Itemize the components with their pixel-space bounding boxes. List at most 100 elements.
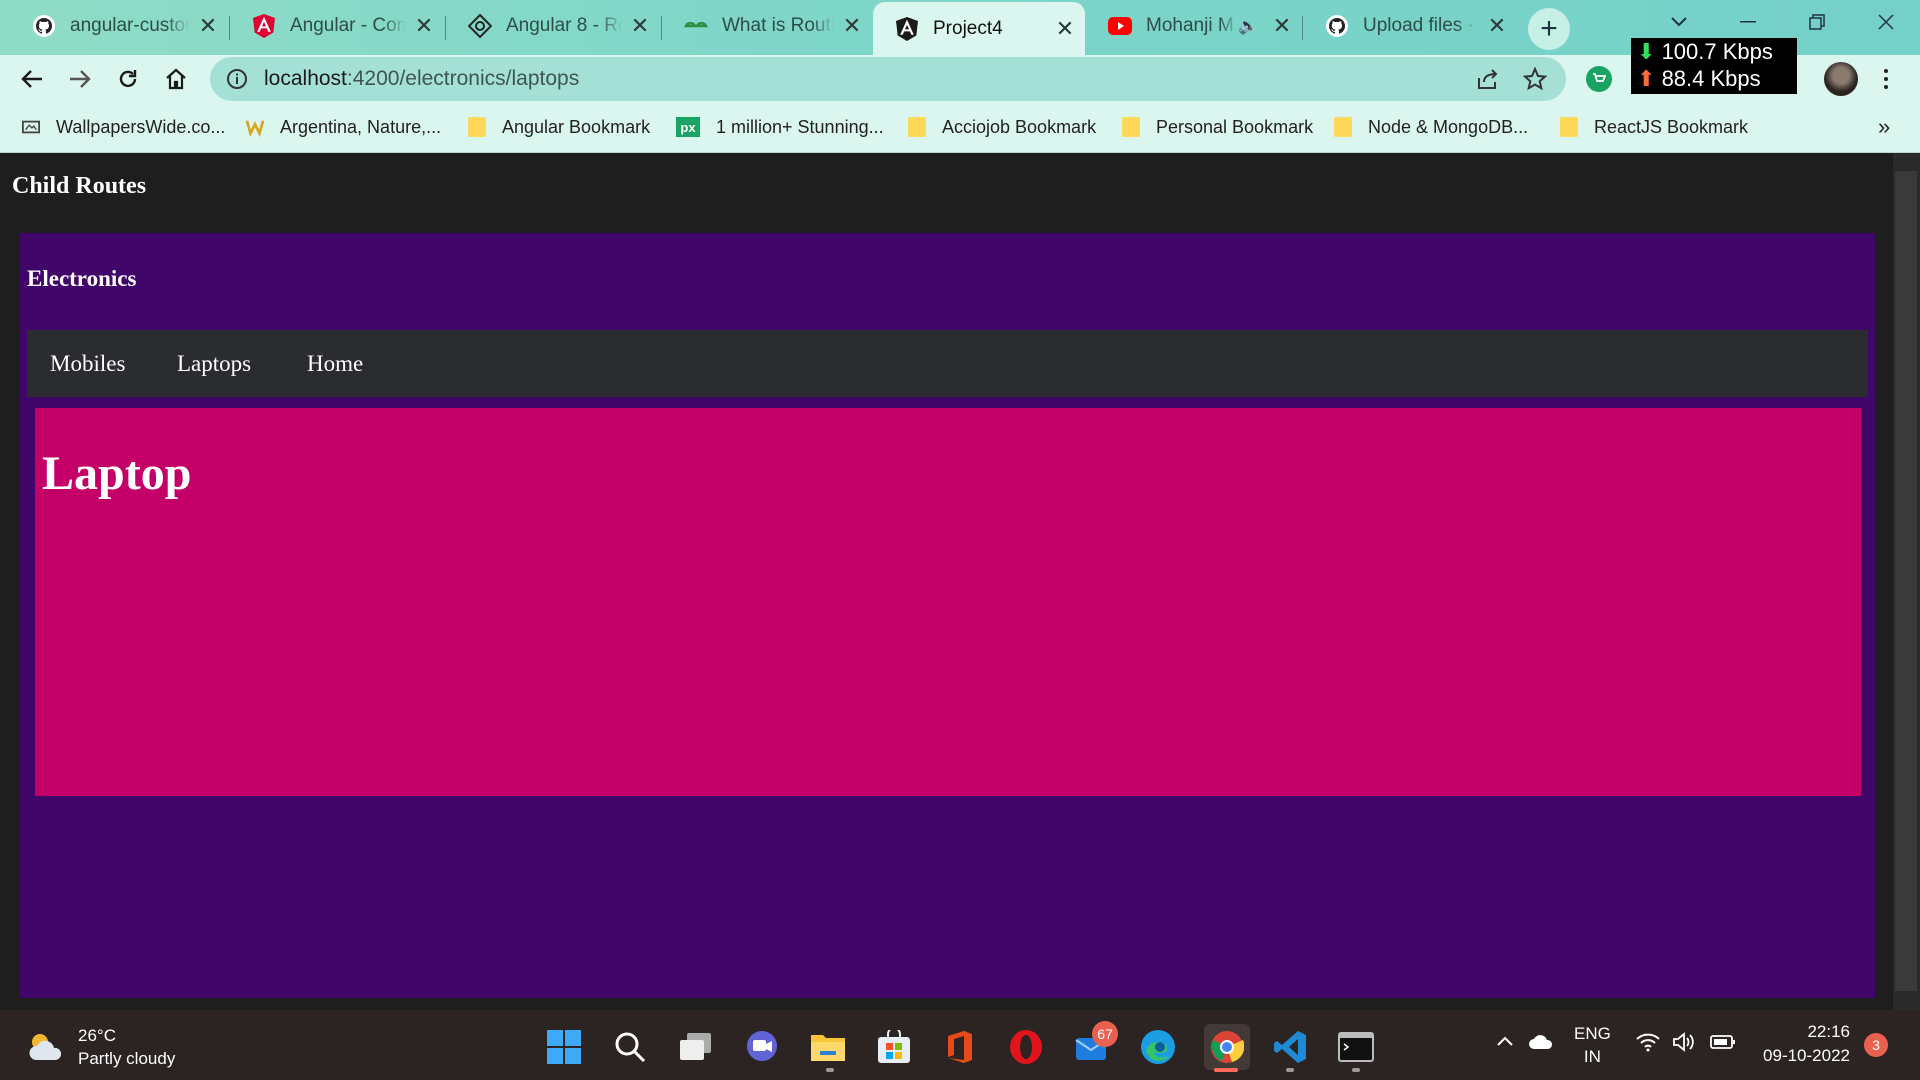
menu-button[interactable] xyxy=(1876,63,1896,95)
page-scrollbar[interactable] xyxy=(1893,153,1920,1010)
volume-button[interactable] xyxy=(1672,1032,1696,1057)
plus-icon: + xyxy=(1540,12,1558,45)
chat-icon xyxy=(747,1031,777,1061)
task-view-button[interactable] xyxy=(676,1027,716,1067)
close-icon[interactable]: ✕ xyxy=(1487,13,1507,39)
bookmark-node-mongodb[interactable]: Node & MongoDB... xyxy=(1334,114,1528,140)
tab-angular-8-routing[interactable]: Angular 8 - Ro ✕ xyxy=(446,2,660,50)
geeksforgeeks-icon xyxy=(684,14,708,38)
bookmark-label: WallpapersWide.co... xyxy=(56,116,226,137)
angular-icon xyxy=(252,14,276,38)
teams-chat-button[interactable] xyxy=(742,1027,782,1067)
nav-link-laptops[interactable]: Laptops xyxy=(177,351,251,377)
bookmark-pexels[interactable]: px 1 million+ Stunning... xyxy=(676,114,884,140)
youtube-icon xyxy=(1108,14,1132,38)
close-icon[interactable]: ✕ xyxy=(414,13,434,39)
clock[interactable]: 22:16 09-10-2022 xyxy=(1758,1020,1850,1068)
tab-project4[interactable]: Project4 ✕ xyxy=(873,2,1085,55)
task-view-icon xyxy=(680,1033,711,1060)
chevron-down-icon xyxy=(1670,17,1687,27)
chrome-button[interactable] xyxy=(1204,1024,1250,1070)
page-viewport: Child Routes Electronics Mobiles Laptops… xyxy=(0,153,1893,1010)
reload-button[interactable] xyxy=(110,61,146,97)
sub-navigation: Mobiles Laptops Home xyxy=(27,330,1868,397)
tab-angular-com[interactable]: Angular - Com ✕ xyxy=(230,2,444,50)
edge-button[interactable] xyxy=(1138,1027,1178,1067)
tab-mohanji[interactable]: Mohanji M 🔈 ✕ xyxy=(1086,2,1302,50)
bookmark-label: Argentina, Nature,... xyxy=(280,116,442,137)
tab-angular-custom[interactable]: angular-custom ✕ xyxy=(10,2,228,50)
new-tab-button[interactable]: + xyxy=(1528,8,1570,50)
back-button[interactable] xyxy=(14,61,50,97)
scrollbar-thumb[interactable] xyxy=(1895,171,1917,991)
show-hidden-icons-button[interactable] xyxy=(1496,1032,1514,1052)
opera-browser-button[interactable] xyxy=(1006,1027,1046,1067)
bookmark-acciojob[interactable]: Acciojob Bookmark xyxy=(908,114,1096,140)
minimize-icon xyxy=(1739,21,1756,23)
content-heading: Laptop xyxy=(42,447,192,500)
audio-playing-icon[interactable]: 🔈 xyxy=(1238,16,1258,36)
tab-what-is-routing[interactable]: What is Routin ✕ xyxy=(662,2,872,50)
share-icon[interactable] xyxy=(1476,68,1500,90)
folder-icon xyxy=(1560,117,1578,137)
bookmark-reactjs[interactable]: ReactJS Bookmark xyxy=(1560,114,1748,140)
double-chevron-right-icon: » xyxy=(1878,114,1891,139)
upload-arrow-icon: ⬆ xyxy=(1637,66,1656,91)
close-icon[interactable]: ✕ xyxy=(842,13,862,39)
folder-icon xyxy=(468,117,486,137)
vscode-button[interactable] xyxy=(1270,1027,1310,1067)
nav-link-home[interactable]: Home xyxy=(307,351,363,377)
profile-avatar[interactable] xyxy=(1824,62,1858,96)
reload-icon xyxy=(119,70,137,88)
bookmark-label: Angular Bookmark xyxy=(502,116,651,137)
bookmark-angular[interactable]: Angular Bookmark xyxy=(468,114,650,140)
notification-badge[interactable]: 3 xyxy=(1864,1033,1888,1057)
clock-date: 09-10-2022 xyxy=(1763,1046,1850,1065)
section-title: Electronics xyxy=(27,266,137,291)
folder-icon xyxy=(1334,117,1352,137)
close-icon[interactable]: ✕ xyxy=(1055,16,1075,42)
bookmark-star-icon[interactable] xyxy=(1523,67,1547,91)
language-indicator[interactable]: ENG IN xyxy=(1574,1022,1611,1068)
wifi-button[interactable] xyxy=(1636,1032,1660,1057)
microsoft-store-button[interactable] xyxy=(874,1027,914,1067)
extension-button[interactable] xyxy=(1586,66,1612,92)
close-icon[interactable]: ✕ xyxy=(1272,13,1292,39)
onedrive-button[interactable] xyxy=(1528,1034,1554,1055)
close-window-button[interactable] xyxy=(1851,0,1920,44)
close-icon[interactable]: ✕ xyxy=(630,13,650,39)
home-button[interactable] xyxy=(158,61,194,97)
file-explorer-button[interactable] xyxy=(808,1027,848,1067)
electronics-section: Electronics Mobiles Laptops Home Laptop xyxy=(20,233,1875,998)
url-text[interactable]: localhost:4200/electronics/laptops xyxy=(264,67,579,91)
office-button[interactable] xyxy=(940,1027,980,1067)
forward-button[interactable] xyxy=(62,61,98,97)
bookmarks-bar: WallpapersWide.co... Argentina, Nature,.… xyxy=(0,102,1920,153)
cart-icon xyxy=(1593,73,1606,82)
bookmark-personal[interactable]: Personal Bookmark xyxy=(1122,114,1313,140)
start-button[interactable] xyxy=(544,1027,584,1067)
tab-upload-files[interactable]: Upload files · A ✕ xyxy=(1303,2,1517,50)
bookmark-argentina[interactable]: Argentina, Nature,... xyxy=(246,114,441,140)
close-icon[interactable]: ✕ xyxy=(198,13,218,39)
weather-widget[interactable]: 26°C Partly cloudy xyxy=(26,1024,175,1070)
tab-title: Mohanji M xyxy=(1146,15,1234,36)
nav-link-mobiles[interactable]: Mobiles xyxy=(50,351,125,377)
bookmark-wallpaperswide[interactable]: WallpapersWide.co... xyxy=(22,114,225,140)
speaker-icon xyxy=(1673,1032,1694,1052)
info-icon[interactable] xyxy=(226,68,248,90)
mail-button[interactable]: 67 xyxy=(1072,1021,1118,1067)
download-arrow-icon: ⬇ xyxy=(1637,39,1656,64)
search-button[interactable] xyxy=(610,1027,650,1067)
address-bar[interactable]: localhost:4200/electronics/laptops xyxy=(210,57,1566,101)
terminal-button[interactable] xyxy=(1336,1027,1376,1067)
tab-title: angular-custom xyxy=(70,15,190,36)
bookmarks-overflow-button[interactable]: » xyxy=(1878,114,1890,140)
chevron-up-icon xyxy=(1497,1036,1513,1046)
battery-button[interactable] xyxy=(1710,1034,1736,1055)
wifi-icon xyxy=(1636,1033,1660,1052)
bookmark-label: Acciojob Bookmark xyxy=(942,116,1097,137)
tab-title: Upload files · A xyxy=(1363,15,1479,36)
terminal-icon xyxy=(1338,1032,1374,1062)
language-code: ENG xyxy=(1574,1024,1611,1043)
